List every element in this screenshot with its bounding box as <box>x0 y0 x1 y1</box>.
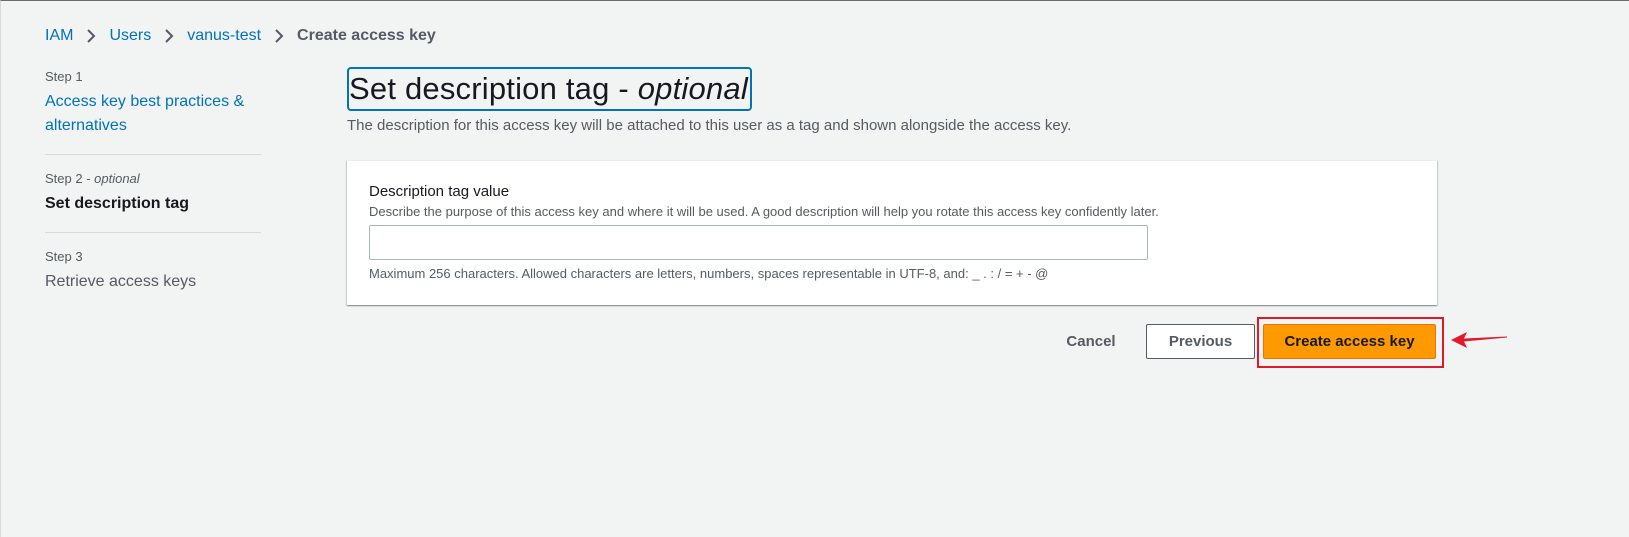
breadcrumb-item-iam[interactable]: IAM <box>45 27 73 45</box>
field-description: Describe the purpose of this access key … <box>369 204 1159 219</box>
arrow-left-icon <box>1451 332 1507 348</box>
breadcrumb-item-users[interactable]: Users <box>109 27 151 45</box>
wizard-step-1: Step 1 Access key best practices & alter… <box>45 67 261 154</box>
description-tag-input[interactable] <box>369 225 1148 260</box>
main-content: Set description tag - optional The descr… <box>347 67 1437 305</box>
step-link-best-practices[interactable]: Access key best practices & alternatives <box>45 90 261 138</box>
previous-button[interactable]: Previous <box>1146 323 1255 359</box>
step-number-label: Step 2 - <box>45 171 95 186</box>
field-label: Description tag value <box>369 183 510 200</box>
wizard-actions: Cancel Previous Create access key <box>1047 323 1436 359</box>
step-optional-label: optional <box>94 171 140 186</box>
breadcrumb: IAM Users vanus-test Create access key <box>45 25 436 47</box>
page-title: Set description tag - optional <box>347 67 752 111</box>
description-tag-panel: Description tag value Describe the purpo… <box>347 160 1437 305</box>
page-description: The description for this access key will… <box>347 117 1072 134</box>
step-number: Step 1 <box>45 69 83 84</box>
create-access-key-button[interactable]: Create access key <box>1263 323 1436 359</box>
breadcrumb-item-user[interactable]: vanus-test <box>187 27 261 45</box>
cancel-button[interactable]: Cancel <box>1047 324 1135 358</box>
step-number: Step 3 <box>45 249 83 264</box>
step-title-current: Set description tag <box>45 195 190 212</box>
page-title-main: Set description tag - <box>349 71 638 106</box>
chevron-right-icon <box>73 25 109 47</box>
step-title-pending: Retrieve access keys <box>45 273 197 290</box>
chevron-right-icon <box>261 25 297 47</box>
page-title-optional: optional <box>637 71 748 106</box>
wizard-step-2: Step 2 - optional Set description tag <box>45 154 261 232</box>
chevron-right-icon <box>151 25 187 47</box>
field-constraint: Maximum 256 characters. Allowed characte… <box>369 266 1049 281</box>
step-number: Step 2 - optional <box>45 171 261 186</box>
wizard-step-3: Step 3 Retrieve access keys <box>45 232 261 310</box>
breadcrumb-current: Create access key <box>297 27 436 44</box>
wizard-steps: Step 1 Access key best practices & alter… <box>45 67 261 310</box>
